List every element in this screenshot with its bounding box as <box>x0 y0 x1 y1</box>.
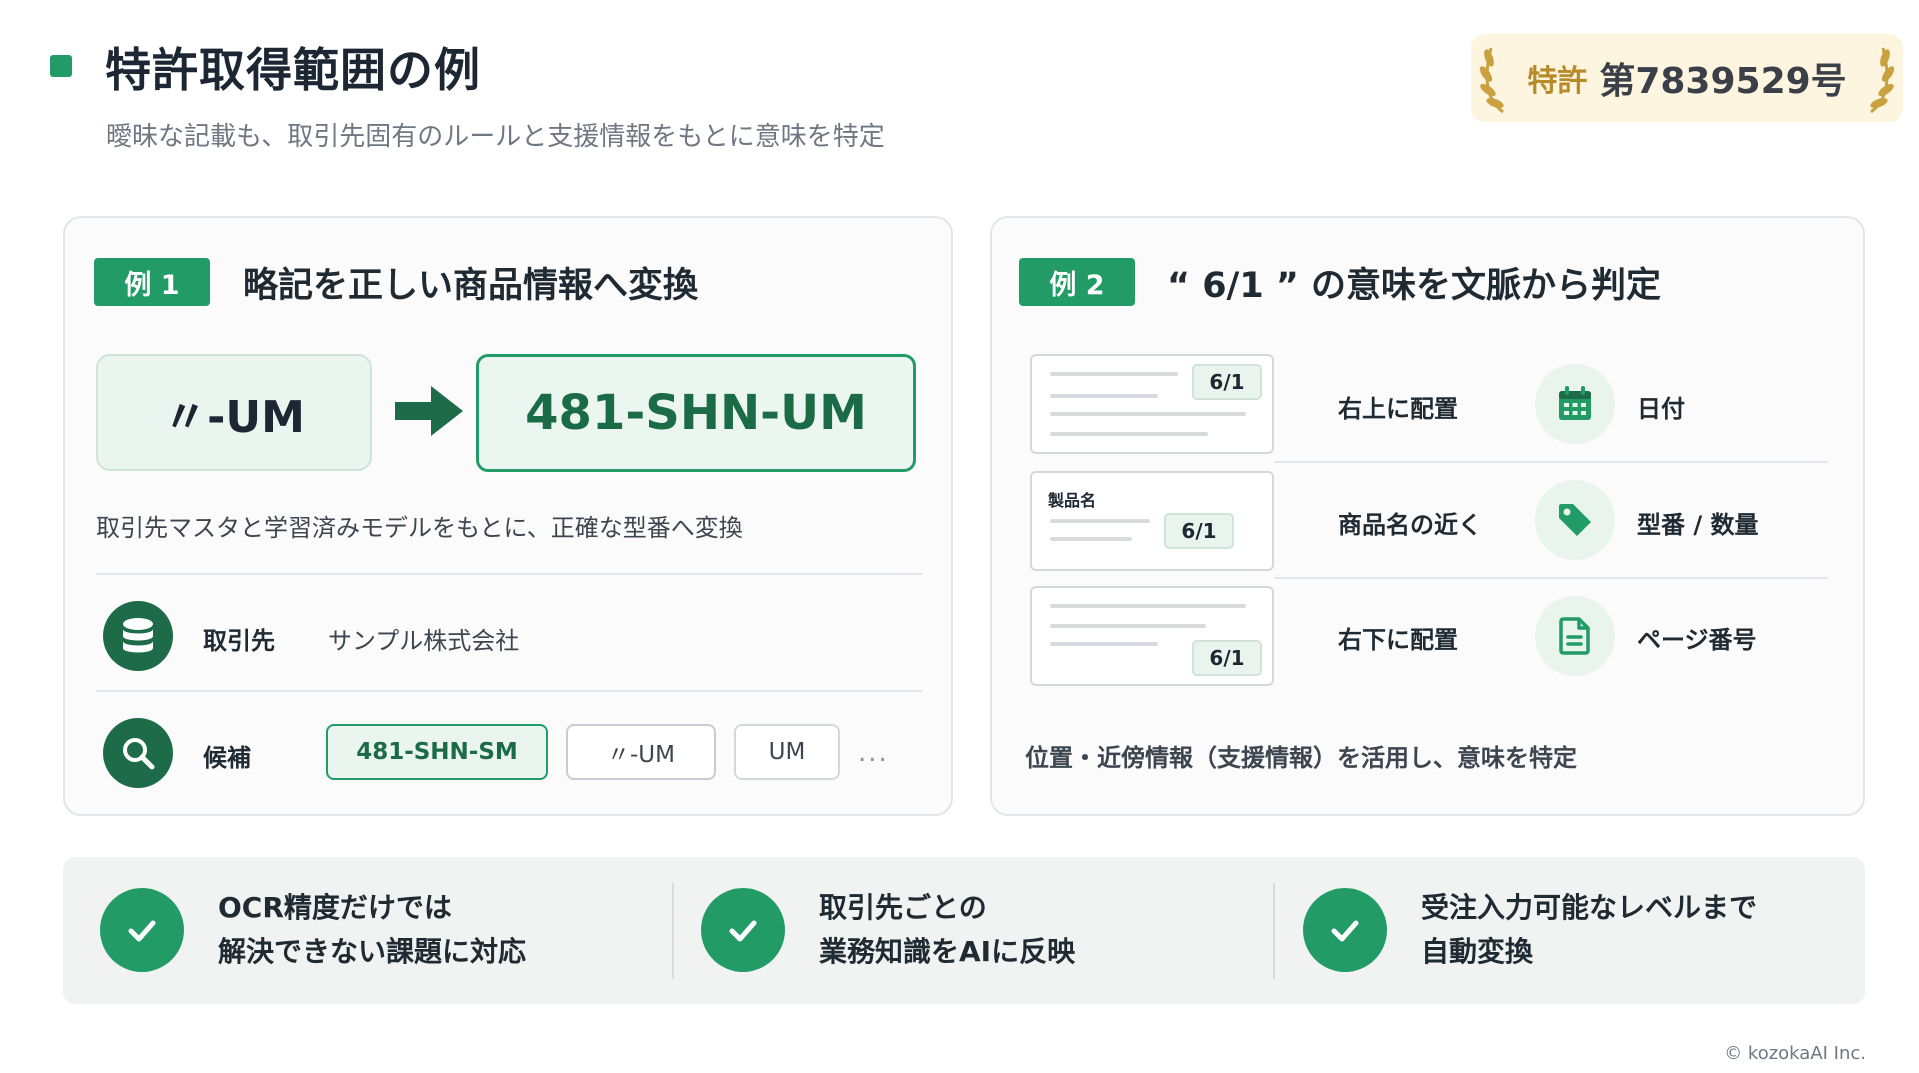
divider <box>1273 883 1275 979</box>
summary-text: OCR精度だけでは 解決できない課題に対応 <box>218 891 527 968</box>
meaning-label: 型番 / 数量 <box>1637 511 1759 539</box>
summary-text: 取引先ごとの 業務知識をAIに反映 <box>819 891 1076 968</box>
divider <box>96 573 922 575</box>
date-badge: 6/1 <box>1192 364 1262 400</box>
conversion-note: 取引先マスタと学習済みモデルをもとに、正確な型番へ変換 <box>96 514 743 542</box>
example2-title: “ 6/1 ” の意味を文脈から判定 <box>1167 265 1662 306</box>
context-note: 位置・近傍情報（支援情報）を活用し、意味を特定 <box>1025 744 1577 772</box>
product-name-label: 製品名 <box>1048 491 1097 510</box>
divider <box>1274 461 1828 463</box>
calendar-icon <box>1535 364 1615 444</box>
check-icon <box>100 888 184 972</box>
meaning-label: ページ番号 <box>1637 626 1757 654</box>
laurel-right-icon <box>1869 47 1894 114</box>
database-icon <box>103 601 173 671</box>
document-thumbnail: 製品名 6/1 <box>1030 471 1274 571</box>
more-candidates: ... <box>858 738 889 768</box>
result-box: 481-SHN-UM <box>476 354 916 472</box>
document-icon <box>1535 596 1615 676</box>
laurel-left-icon <box>1480 47 1505 114</box>
position-label: 商品名の近く <box>1338 511 1482 539</box>
page-badge: 6/1 <box>1192 640 1262 676</box>
example1-title: 略記を正しい商品情報へ変換 <box>243 265 699 306</box>
summary-bar: OCR精度だけでは 解決できない課題に対応 取引先ごとの 業務知識をAIに反映 … <box>63 857 1865 1004</box>
summary-item: 受注入力可能なレベルまで 自動変換 <box>1303 887 1757 973</box>
patent-label: 特許 <box>1527 64 1588 99</box>
candidates-label: 候補 <box>203 744 251 772</box>
copyright: © kozokaAI Inc. <box>1724 1043 1866 1064</box>
title-bullet <box>50 55 72 77</box>
summary-text: 受注入力可能なレベルまで 自動変換 <box>1421 891 1758 968</box>
page-title: 特許取得範囲の例 <box>105 43 481 97</box>
arrow-right-icon <box>395 386 463 436</box>
check-icon <box>701 888 785 972</box>
patent-number: 第7839529号 <box>1599 61 1847 102</box>
example1-card: 例 1 略記を正しい商品情報へ変換 〃-UM 481-SHN-UM 取引先マスタ… <box>63 216 953 816</box>
divider <box>672 883 674 979</box>
summary-item: OCR精度だけでは 解決できない課題に対応 <box>100 887 526 973</box>
candidate-chip[interactable]: UM <box>734 724 840 780</box>
tag-icon <box>1535 480 1615 560</box>
search-icon <box>103 718 173 788</box>
client-value: サンプル株式会社 <box>328 627 520 655</box>
page-subtitle: 曖昧な記載も、取引先固有のルールと支援情報をもとに意味を特定 <box>106 122 885 152</box>
example2-tag: 例 2 <box>1019 258 1135 306</box>
candidate-chip[interactable]: 481-SHN-SM <box>326 724 548 780</box>
position-label: 右下に配置 <box>1338 626 1458 654</box>
client-label: 取引先 <box>203 627 275 655</box>
example1-tag: 例 1 <box>94 258 210 306</box>
example2-card: 例 2 “ 6/1 ” の意味を文脈から判定 6/1 右上に配置 日付 製品名 … <box>990 216 1865 816</box>
divider <box>1274 577 1828 579</box>
candidate-chip[interactable]: 〃-UM <box>566 724 716 780</box>
document-thumbnail: 6/1 <box>1030 354 1274 454</box>
abbreviation-box: 〃-UM <box>96 354 372 471</box>
patent-badge: 特許 第7839529号 <box>1471 34 1903 122</box>
summary-item: 取引先ごとの 業務知識をAIに反映 <box>701 887 1075 973</box>
number-badge: 6/1 <box>1164 513 1234 549</box>
position-label: 右上に配置 <box>1338 395 1458 423</box>
document-thumbnail: 6/1 <box>1030 586 1274 686</box>
divider <box>96 690 922 692</box>
meaning-label: 日付 <box>1637 395 1685 423</box>
check-icon <box>1303 888 1387 972</box>
